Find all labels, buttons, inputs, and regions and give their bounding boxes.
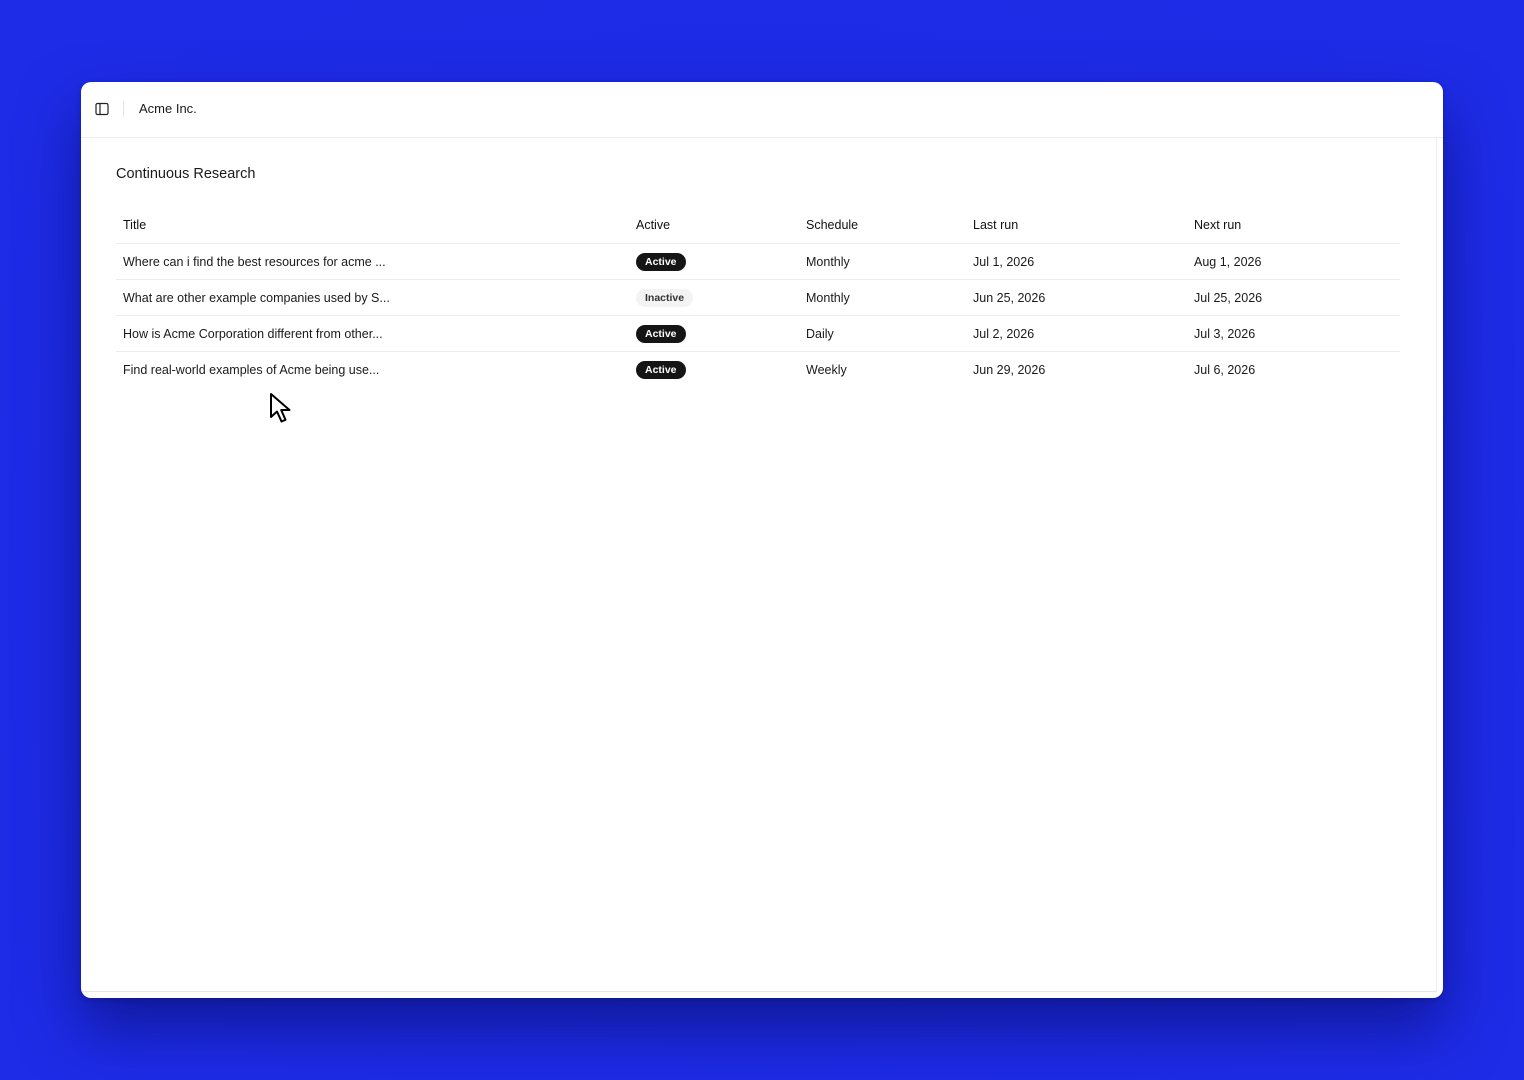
sidebar-toggle-icon[interactable]: [95, 102, 109, 116]
app-window: Acme Inc. Continuous Research Title Acti…: [81, 82, 1443, 998]
row-last-run: Jul 2, 2026: [973, 326, 1035, 341]
column-header-next-run[interactable]: Next run: [1194, 206, 1241, 243]
column-header-title[interactable]: Title: [123, 206, 423, 243]
row-title[interactable]: What are other example companies used by…: [123, 291, 390, 305]
row-title[interactable]: Where can i find the best resources for …: [123, 255, 386, 269]
research-table: Title Active Schedule Last run Next run …: [116, 206, 1400, 388]
topbar-divider: [123, 101, 124, 117]
row-last-run: Jun 29, 2026: [973, 363, 1046, 377]
row-next-run: Jul 3, 2026: [1194, 326, 1256, 341]
column-header-last-run[interactable]: Last run: [973, 206, 1018, 243]
column-header-active[interactable]: Active: [636, 206, 670, 243]
row-title[interactable]: How is Acme Corporation different from o…: [123, 327, 383, 341]
row-schedule: Monthly: [806, 254, 850, 269]
row-schedule: Monthly: [806, 290, 850, 305]
table-row[interactable]: What are other example companies used by…: [116, 280, 1400, 316]
status-badge: Active: [636, 361, 686, 379]
column-header-schedule[interactable]: Schedule: [806, 206, 858, 243]
table-row[interactable]: Where can i find the best resources for …: [116, 244, 1400, 280]
window-edge-right: [1436, 138, 1437, 992]
row-next-run: Aug 1, 2026: [1194, 254, 1262, 269]
row-schedule: Daily: [806, 326, 834, 341]
row-schedule: Weekly: [806, 363, 847, 377]
row-last-run: Jul 1, 2026: [973, 254, 1035, 269]
table-row[interactable]: Find real-world examples of Acme being u…: [116, 352, 1400, 388]
row-title[interactable]: Find real-world examples of Acme being u…: [123, 363, 379, 377]
page-title: Continuous Research: [116, 166, 256, 182]
top-bar: Acme Inc.: [81, 82, 1443, 138]
row-next-run: Jul 25, 2026: [1194, 290, 1263, 305]
status-badge: Active: [636, 324, 686, 343]
table-row[interactable]: How is Acme Corporation different from o…: [116, 316, 1400, 352]
status-badge: Inactive: [636, 288, 694, 307]
breadcrumb-workspace[interactable]: Acme Inc.: [139, 101, 197, 117]
row-last-run: Jun 25, 2026: [973, 290, 1046, 305]
table-header-row: Title Active Schedule Last run Next run: [116, 206, 1400, 244]
window-edge-bottom: [81, 991, 1437, 992]
status-badge: Active: [636, 252, 686, 271]
row-next-run: Jul 6, 2026: [1194, 363, 1256, 377]
